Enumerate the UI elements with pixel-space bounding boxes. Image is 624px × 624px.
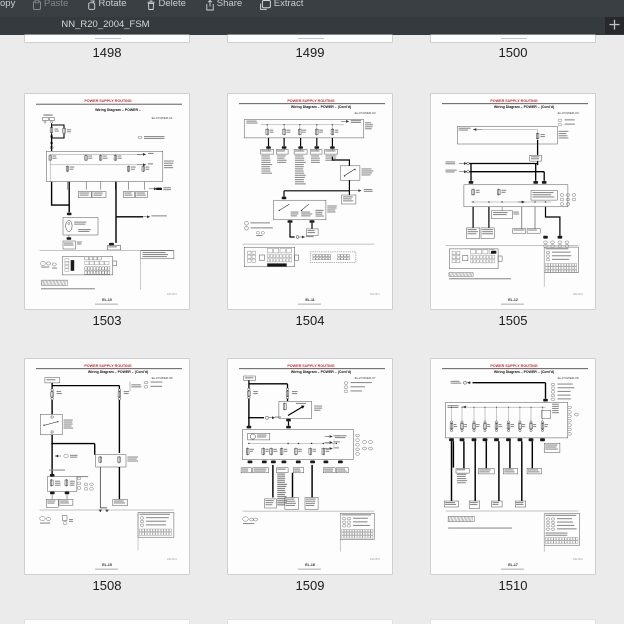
svg-text:Wiring Diagram – POWER – (Cont: Wiring Diagram – POWER – (Cont’d) [494,105,554,109]
svg-text:EL-10: EL-10 [102,298,112,302]
svg-text:Wiring Diagram – POWER – (Cont: Wiring Diagram – POWER – (Cont’d) [88,370,148,374]
svg-text:EL-15: EL-15 [102,563,112,567]
svg-text:EL-POWER-02: EL-POWER-02 [355,111,376,115]
svg-text:MEL080A: MEL080A [167,293,178,296]
svg-text:POWER SUPPLY ROUTING: POWER SUPPLY ROUTING [490,99,537,103]
svg-text:EL-16: EL-16 [305,563,315,567]
svg-text:MEL084A: MEL084A [167,558,178,561]
svg-text:Wiring Diagram – POWER – (Cont: Wiring Diagram – POWER – (Cont’d) [494,370,554,374]
svg-text:MEL082A: MEL082A [573,293,584,296]
svg-text:POWER SUPPLY ROUTING: POWER SUPPLY ROUTING [84,99,131,103]
svg-text:MEL081A: MEL081A [370,293,381,296]
svg-text:EL-17: EL-17 [508,563,518,567]
svg-text:POWER SUPPLY ROUTING: POWER SUPPLY ROUTING [490,364,537,368]
svg-text:POWER SUPPLY ROUTING: POWER SUPPLY ROUTING [287,99,334,103]
svg-text:POWER SUPPLY ROUTING: POWER SUPPLY ROUTING [84,364,131,368]
svg-text:MEL085A: MEL085A [370,558,381,561]
svg-text:EL-11: EL-11 [305,298,314,302]
svg-text:EL-12: EL-12 [508,298,518,302]
svg-text:EL-POWER-06: EL-POWER-06 [152,376,173,380]
svg-text:EL-POWER-03: EL-POWER-03 [558,111,579,115]
svg-text:EL-POWER-08: EL-POWER-08 [558,376,579,380]
svg-text:EL-POWER-07: EL-POWER-07 [355,376,376,380]
svg-text:EL-POWER-01: EL-POWER-01 [152,116,173,120]
svg-text:Wiring Diagram – POWER – (Cont: Wiring Diagram – POWER – (Cont’d) [291,370,351,374]
svg-text:POWER SUPPLY ROUTING: POWER SUPPLY ROUTING [287,364,334,368]
svg-text:MEL086A: MEL086A [573,558,584,561]
svg-text:Wiring Diagram – POWER – (Cont: Wiring Diagram – POWER – (Cont’d) [291,105,351,109]
svg-text:Wiring Diagram – POWER –: Wiring Diagram – POWER – [95,108,141,112]
